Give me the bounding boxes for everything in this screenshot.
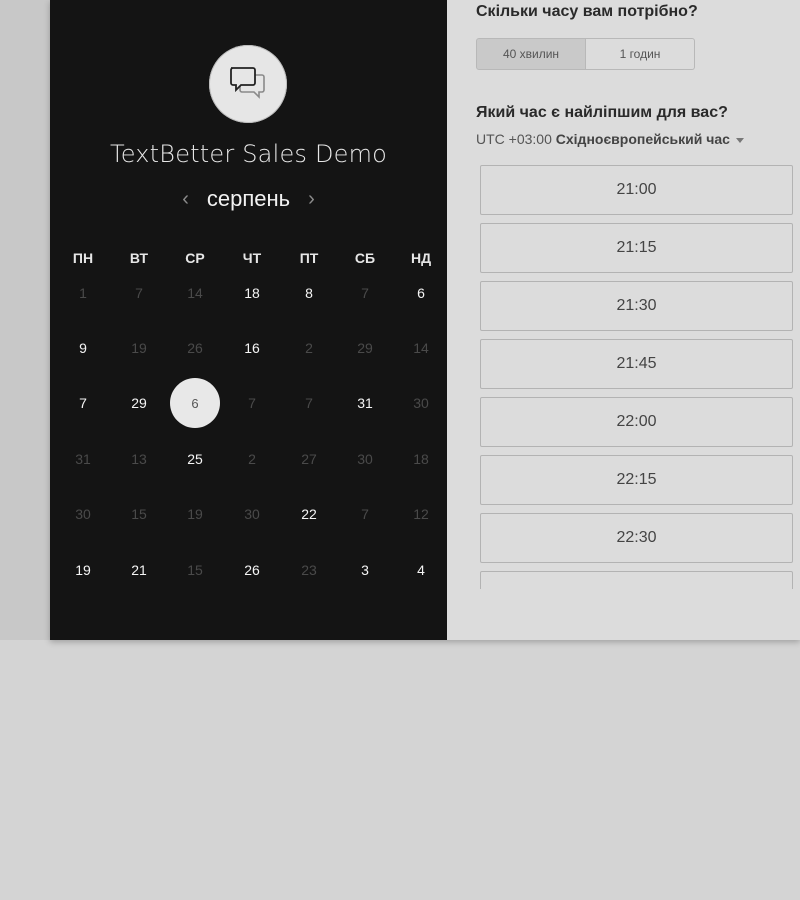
backdrop	[0, 0, 50, 640]
calendar-day[interactable]: 9	[58, 323, 108, 373]
calendar-day: 31	[75, 451, 91, 467]
calendar-day: 7	[248, 395, 256, 411]
calendar-grid: 1 7 14 18 8 7 6 9 19 26 16 2 29 14 7 29 6 7 7 31 30 31 13 25 2 27…	[50, 0, 447, 640]
time-slot-button[interactable]	[480, 571, 793, 589]
calendar-day: 7	[361, 285, 369, 301]
time-slot-button[interactable]: 21:00	[480, 165, 793, 215]
time-slot-list: 21:00 21:15 21:30 21:45 22:00 22:15 22:30	[480, 165, 793, 589]
calendar-day[interactable]: 18	[227, 268, 277, 318]
calendar-day: 7	[361, 506, 369, 522]
scheduler-card: TextBetter Sales Demo ‹ серпень › ПН ВТ СР…	[50, 0, 800, 640]
duration-selector: 40 хвилин 1 годин	[476, 38, 695, 70]
calendar-day: 30	[75, 506, 91, 522]
calendar-day: 1	[79, 285, 87, 301]
calendar-day: 26	[187, 340, 203, 356]
calendar-day[interactable]: 19	[58, 545, 108, 595]
time-slot-button[interactable]: 21:30	[480, 281, 793, 331]
calendar-day: 15	[131, 506, 147, 522]
calendar-day: 23	[301, 562, 317, 578]
duration-question: Скільки часу вам потрібно?	[476, 3, 698, 20]
time-slot-button[interactable]: 22:15	[480, 455, 793, 505]
caret-down-icon	[735, 137, 744, 143]
time-slot-button[interactable]: 22:30	[480, 513, 793, 563]
duration-option-40min[interactable]: 40 хвилин	[476, 38, 586, 70]
time-panel: Скільки часу вам потрібно? 40 хвилин 1 г…	[447, 0, 800, 640]
calendar-day[interactable]: 16	[227, 323, 277, 373]
calendar-day: 2	[305, 340, 313, 356]
calendar-day[interactable]: 26	[227, 545, 277, 595]
calendar-day[interactable]: 22	[284, 489, 334, 539]
calendar-day: 30	[413, 395, 429, 411]
calendar-day: 2	[248, 451, 256, 467]
calendar-day: 18	[413, 451, 429, 467]
calendar-day[interactable]: 25	[170, 434, 220, 484]
calendar-day: 14	[413, 340, 429, 356]
time-question: Який час є найліпшим для вас?	[476, 104, 728, 121]
timezone-selector[interactable]: UTC +03:00 Східноєвропейський час	[476, 131, 744, 147]
calendar-day: 30	[357, 451, 373, 467]
calendar-day: 12	[413, 506, 429, 522]
calendar-day[interactable]: 4	[396, 545, 446, 595]
calendar-day: 7	[305, 395, 313, 411]
calendar-day[interactable]: 21	[114, 545, 164, 595]
calendar-day: 14	[187, 285, 203, 301]
time-slot-button[interactable]: 21:15	[480, 223, 793, 273]
timezone-name: Східноєвропейський час	[555, 131, 730, 147]
calendar-day[interactable]: 6	[396, 268, 446, 318]
calendar-panel: TextBetter Sales Demo ‹ серпень › ПН ВТ СР…	[50, 0, 447, 640]
calendar-day[interactable]: 7	[58, 378, 108, 428]
calendar-day-selected[interactable]: 6	[170, 378, 220, 428]
calendar-day: 7	[135, 285, 143, 301]
duration-option-1h[interactable]: 1 годин	[586, 38, 695, 70]
calendar-day[interactable]: 31	[340, 378, 390, 428]
calendar-day: 13	[131, 451, 147, 467]
calendar-day: 19	[131, 340, 147, 356]
time-slot-button[interactable]: 21:45	[480, 339, 793, 389]
timezone-offset: UTC +03:00	[476, 131, 552, 147]
calendar-day: 29	[357, 340, 373, 356]
calendar-day: 15	[187, 562, 203, 578]
time-slot-button[interactable]: 22:00	[480, 397, 793, 447]
calendar-day[interactable]: 29	[114, 378, 164, 428]
calendar-day: 27	[301, 451, 317, 467]
calendar-day: 19	[187, 506, 203, 522]
calendar-day[interactable]: 8	[284, 268, 334, 318]
calendar-day[interactable]: 3	[340, 545, 390, 595]
calendar-day: 30	[244, 506, 260, 522]
